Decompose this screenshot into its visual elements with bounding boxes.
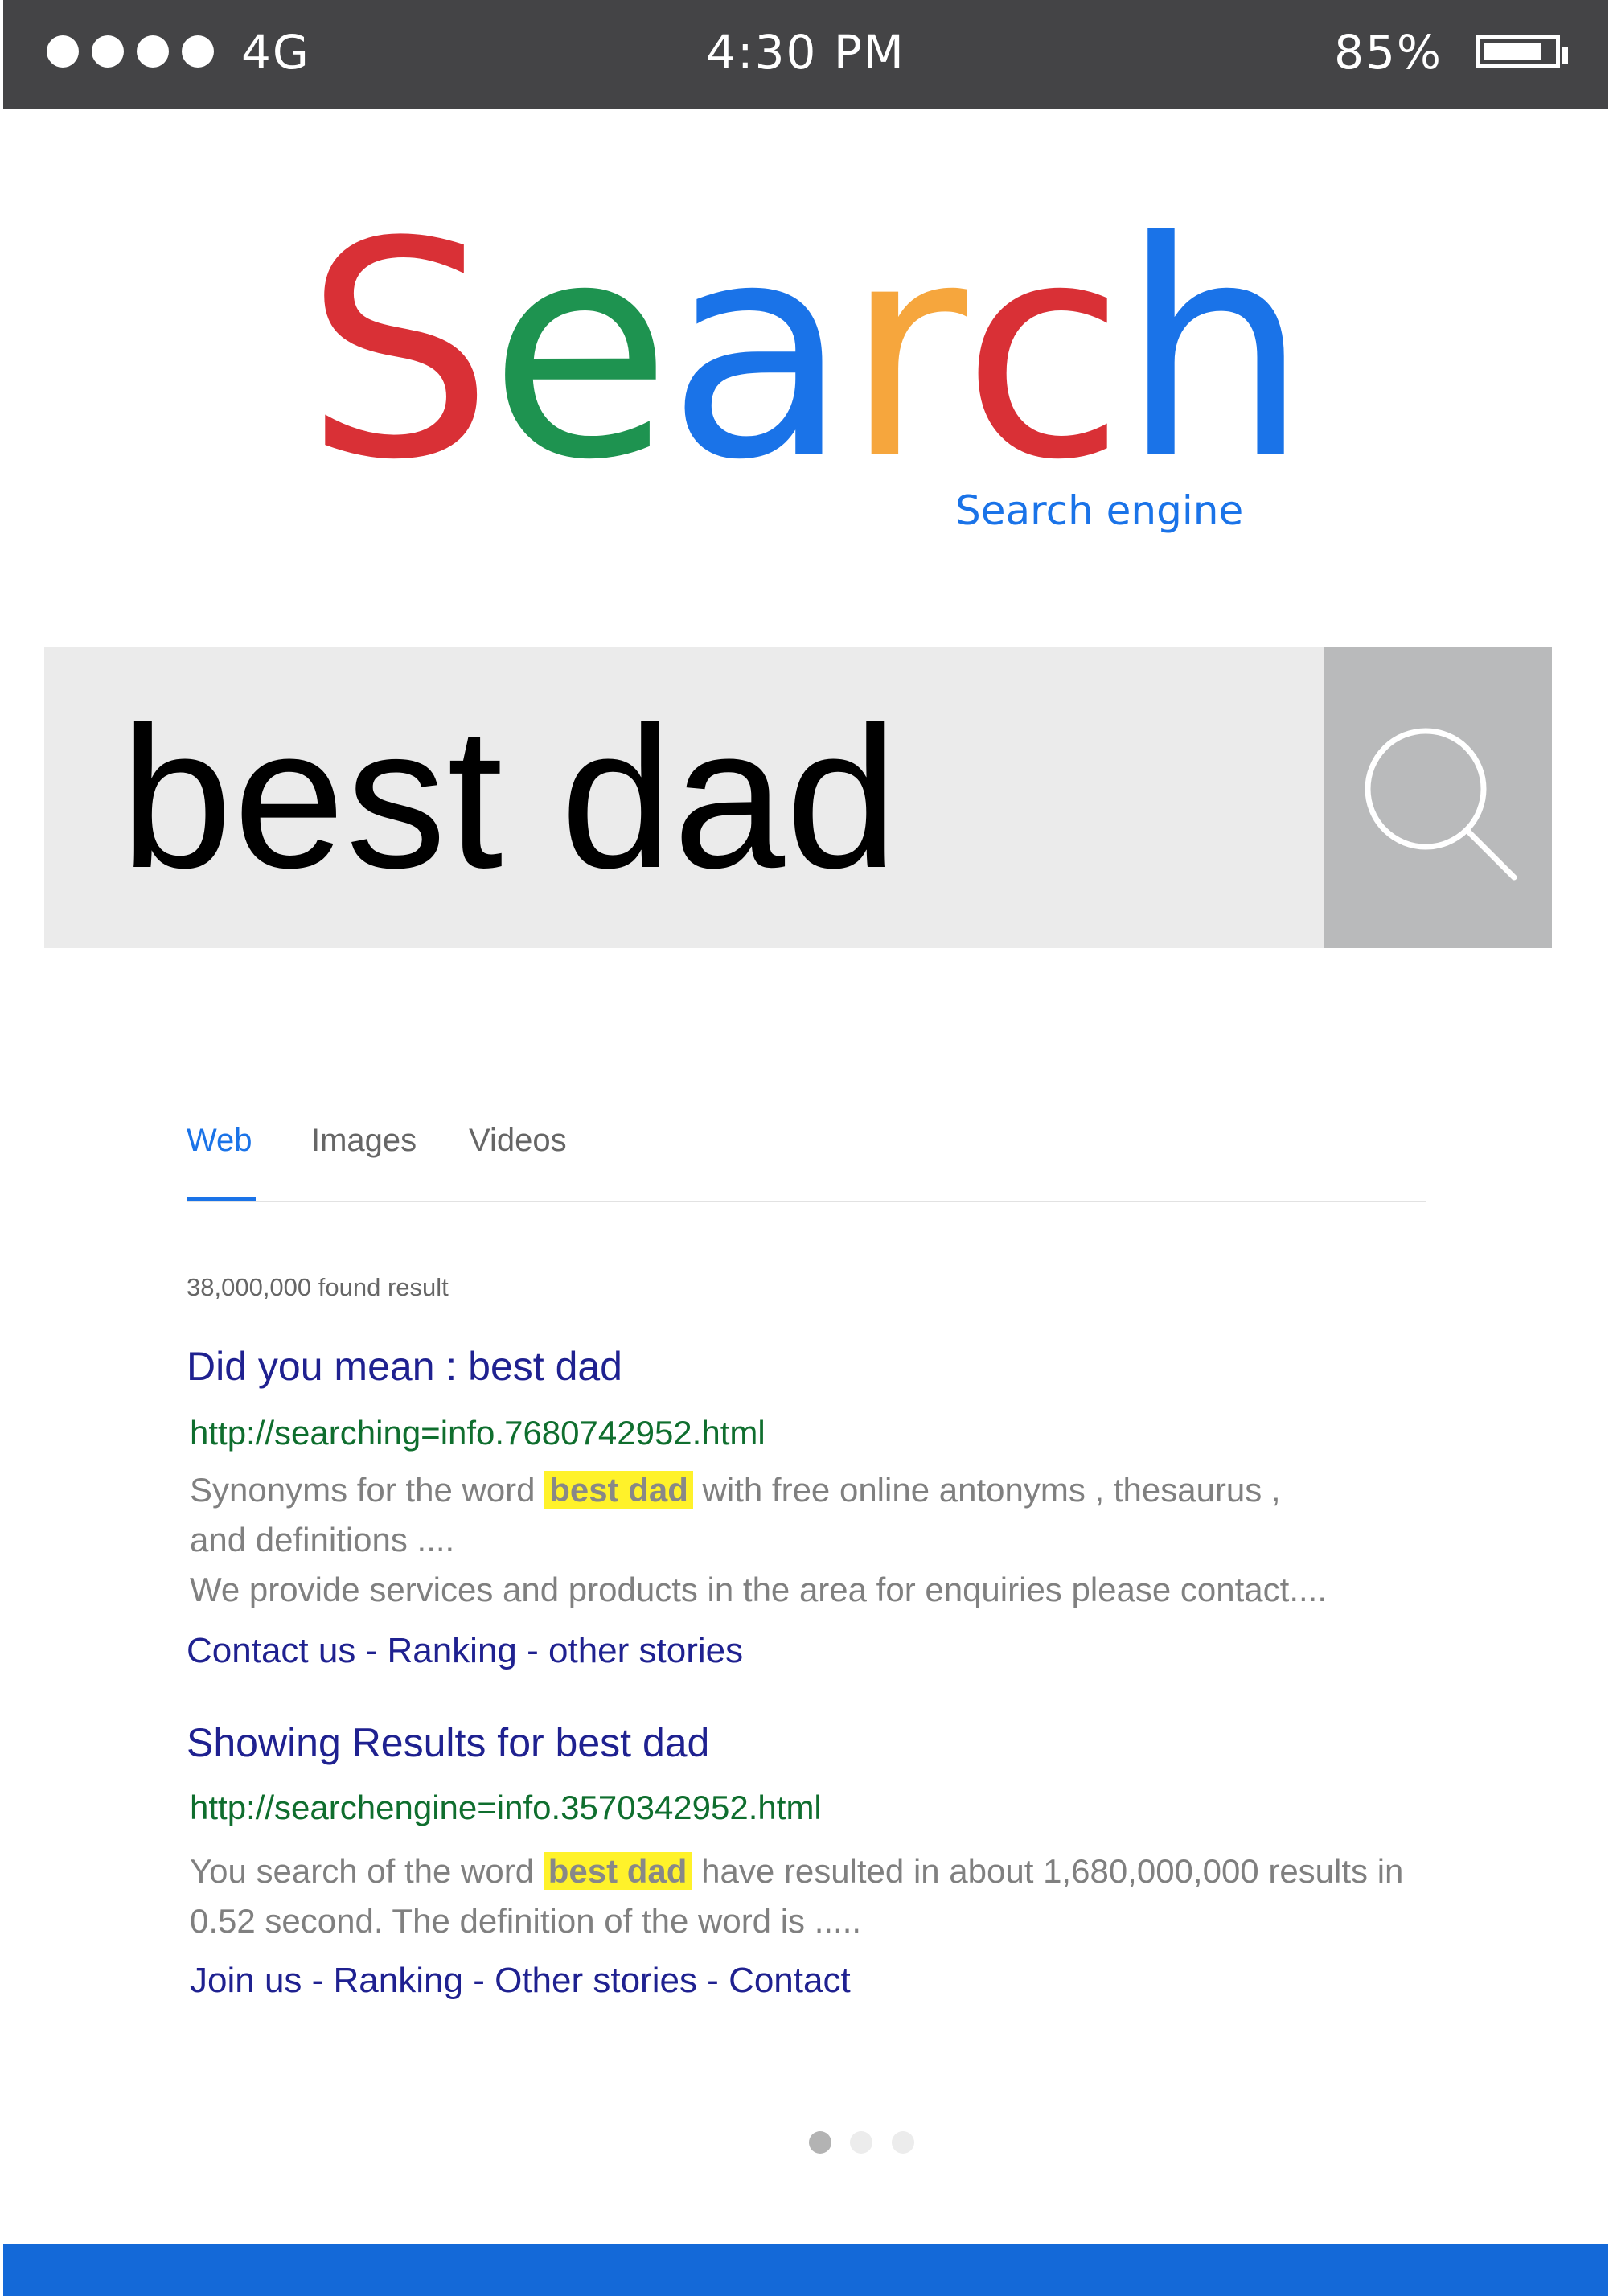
search-button[interactable] — [1324, 647, 1552, 948]
result-snippet: You search of the word best dad have res… — [190, 1846, 1403, 1896]
search-logo: Search — [0, 191, 1609, 513]
logo-tagline: Search engine — [955, 487, 1244, 534]
result-sitelinks: Contact us - Ranking - other stories — [187, 1625, 743, 1677]
sitelink-join-us[interactable]: Join us — [190, 1961, 302, 2000]
page-dot[interactable] — [892, 2131, 914, 2154]
snippet-text: have resulted in about 1,680,000,000 res… — [692, 1852, 1404, 1890]
sitelink-contact[interactable]: Contact — [729, 1961, 851, 2000]
result-snippet: Synonyms for the word best dad with free… — [190, 1465, 1281, 1515]
result-snippet-line: and definitions .... — [190, 1521, 455, 1559]
tabs-divider — [187, 1201, 1426, 1202]
result-title-link[interactable]: Showing Results for best dad — [187, 1715, 709, 1771]
bottom-bar — [3, 2244, 1608, 2296]
tab-web[interactable]: Web — [187, 1116, 252, 1164]
battery-icon — [1476, 35, 1568, 68]
logo-letter: a — [667, 179, 849, 525]
link-separator: - — [462, 1961, 495, 2000]
logo-letter: r — [844, 179, 967, 525]
result-title-link[interactable]: Did you mean : best dad — [187, 1338, 622, 1394]
sitelink-ranking[interactable]: Ranking — [387, 1631, 516, 1670]
results-count: 38,000,000 found result — [187, 1273, 449, 1301]
search-input[interactable]: best dad — [44, 647, 1324, 948]
tab-videos[interactable]: Videos — [469, 1116, 567, 1164]
result-url[interactable]: http://searchengine=info.3570342952.html — [190, 1784, 822, 1832]
snippet-text: You search of the word — [190, 1852, 544, 1890]
logo-letter: S — [304, 179, 494, 525]
battery-tip — [1562, 47, 1568, 64]
battery-level-fill — [1484, 43, 1542, 60]
result-url[interactable]: http://searching=info.7680742952.html — [190, 1409, 766, 1457]
link-separator: - — [696, 1961, 729, 2000]
logo-letter: h — [1120, 179, 1310, 525]
battery-percent: 85% — [1334, 25, 1443, 80]
active-tab-indicator — [187, 1197, 256, 1201]
link-separator: - — [355, 1631, 388, 1670]
link-separator: - — [302, 1961, 334, 2000]
status-bar: 4G 4:30 PM 85% — [3, 0, 1608, 109]
result-sitelinks: Join us - Ranking - Other stories - Cont… — [190, 1955, 851, 2006]
snippet-text: with free online antonyms , thesaurus , — [692, 1471, 1281, 1509]
search-query-text: best dad — [121, 685, 899, 910]
page-dot[interactable] — [809, 2131, 831, 2154]
link-separator: - — [516, 1631, 548, 1670]
logo-letter: c — [962, 179, 1125, 525]
sitelink-contact-us[interactable]: Contact us — [187, 1631, 355, 1670]
tab-images[interactable]: Images — [311, 1116, 417, 1164]
logo-letter: e — [488, 179, 672, 525]
magnifier-icon — [1365, 728, 1517, 881]
highlighted-term: best dad — [543, 1852, 692, 1890]
result-snippet-line: We provide services and products in the … — [190, 1571, 1327, 1608]
highlighted-term: best dad — [544, 1471, 693, 1509]
page-dot[interactable] — [850, 2131, 872, 2154]
sitelink-other-stories[interactable]: other stories — [548, 1631, 743, 1670]
result-snippet-line: 0.52 second. The definition of the word … — [190, 1902, 862, 1940]
snippet-text: Synonyms for the word — [190, 1471, 545, 1509]
sitelink-ranking[interactable]: Ranking — [334, 1961, 463, 2000]
sitelink-other-stories[interactable]: Other stories — [495, 1961, 697, 2000]
